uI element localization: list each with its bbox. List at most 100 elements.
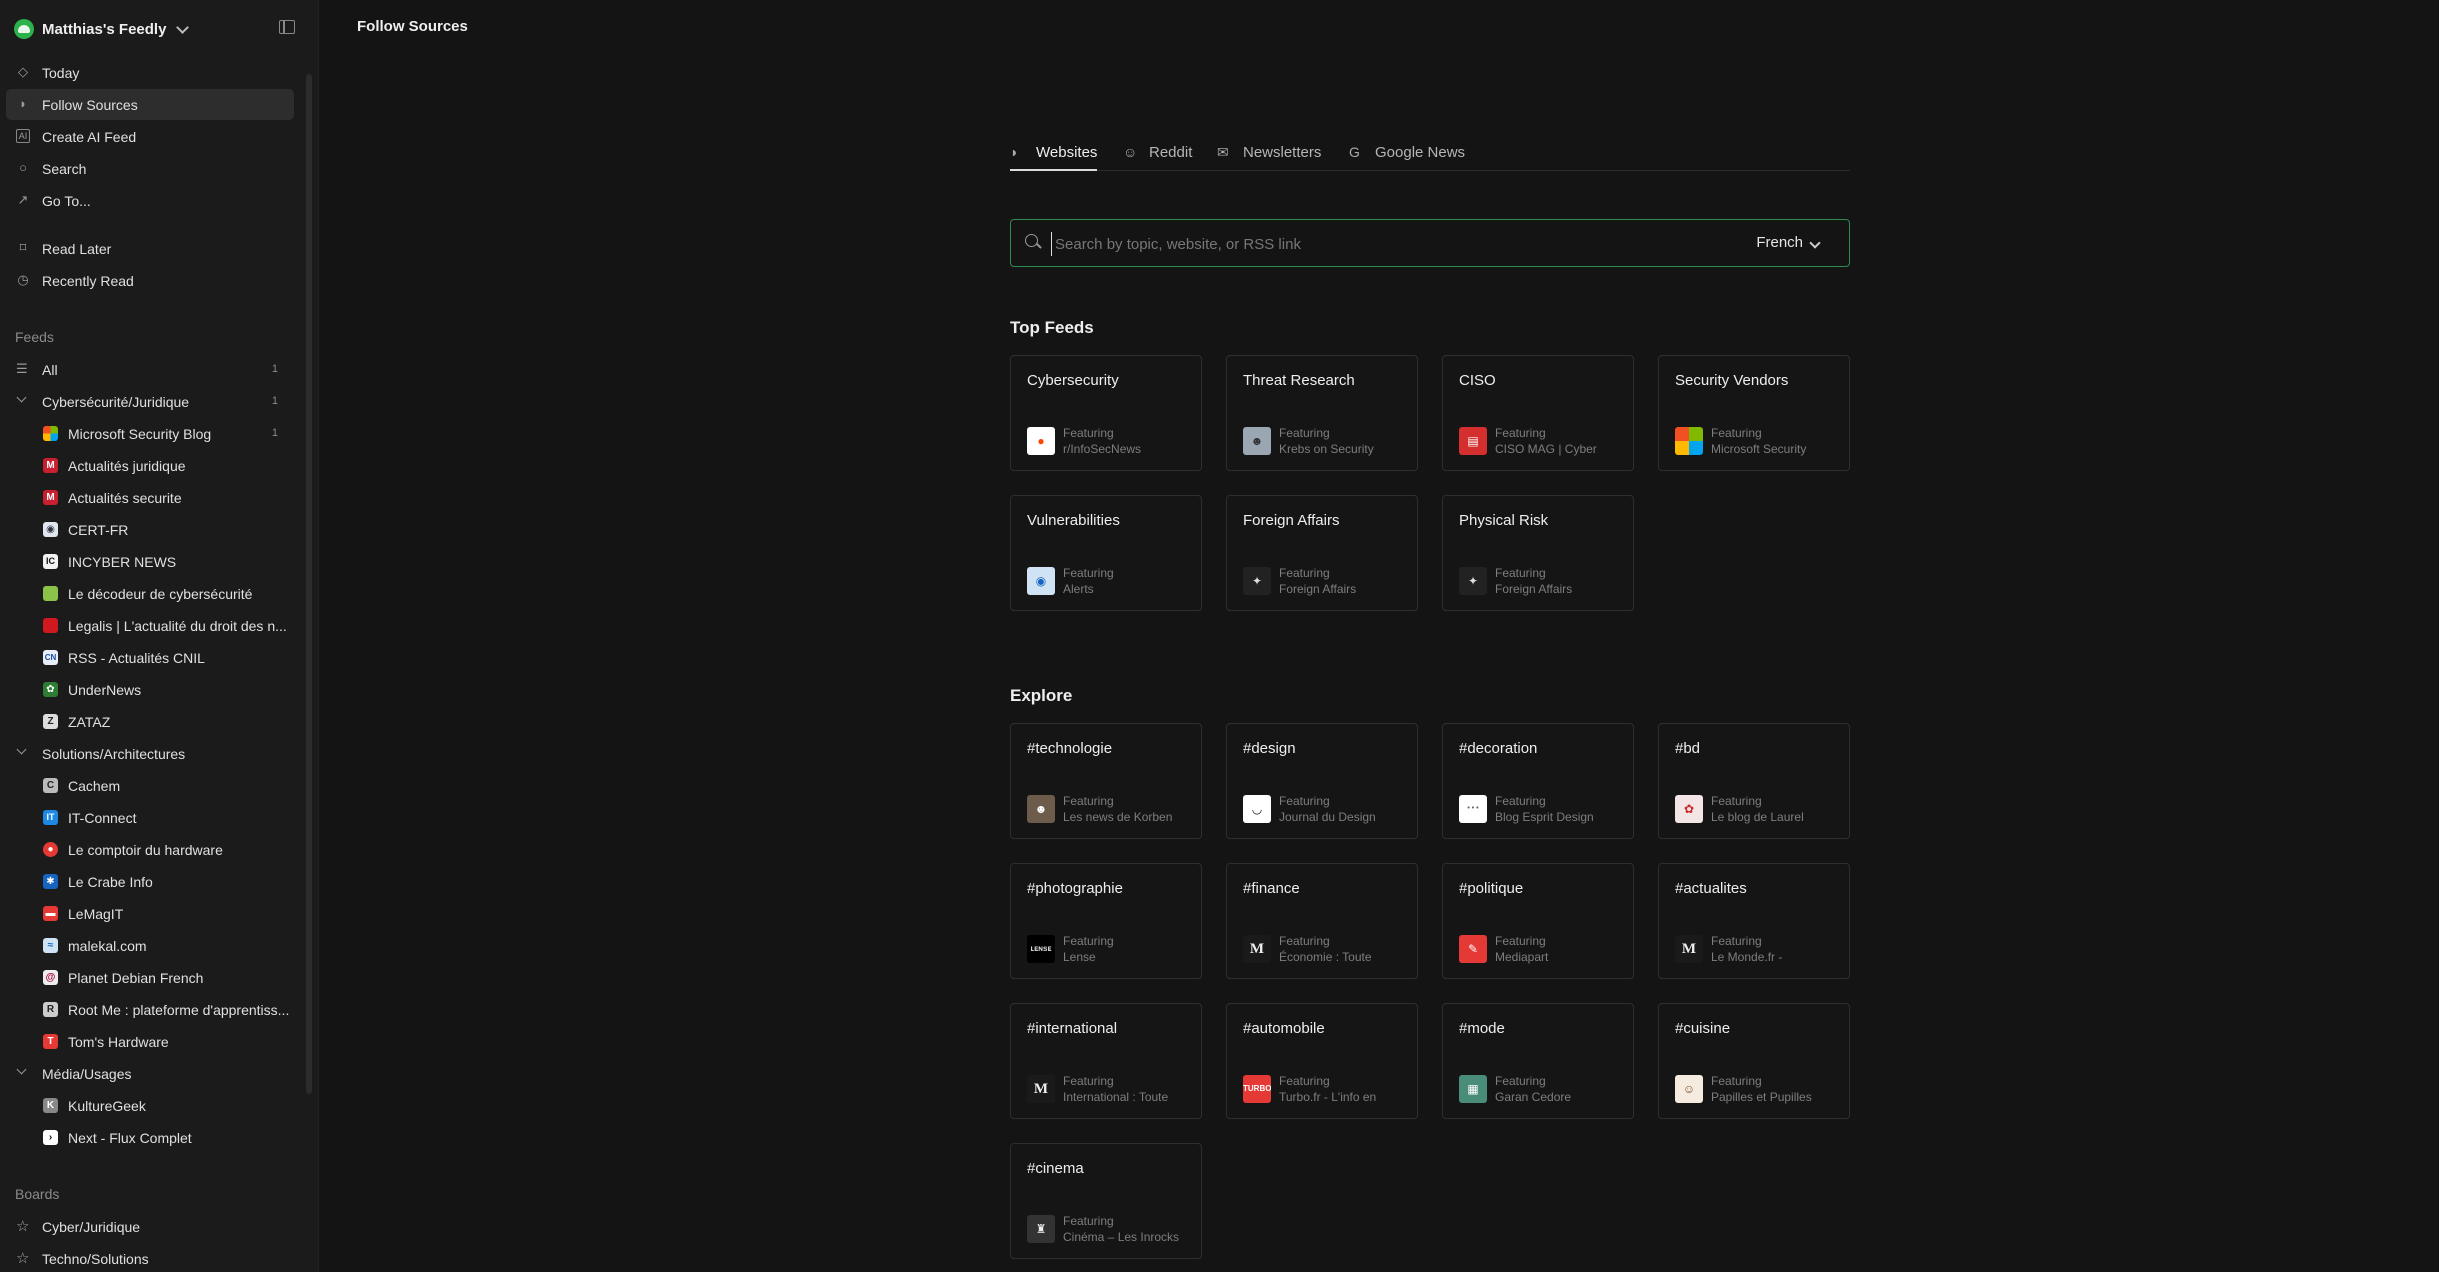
feed-item[interactable]: CN RSS - Actualités CNIL <box>6 642 294 672</box>
topic-card[interactable]: Threat Research ☻ Featuring Krebs on Sec… <box>1226 355 1418 471</box>
topic-card[interactable]: #design ◡ Featuring Journal du Design <box>1226 723 1418 839</box>
nav-go-to[interactable]: ↗ Go To... <box>6 185 294 216</box>
card-source: Foreign Affairs <box>1495 582 1573 596</box>
feed-item[interactable]: M Actualités securite <box>6 482 294 512</box>
feed-item[interactable]: Z ZATAZ <box>6 706 294 736</box>
card-source: Blog Esprit Design <box>1495 810 1594 824</box>
topic-card[interactable]: Cybersecurity ● Featuring r/InfoSecNews <box>1010 355 1202 471</box>
nav-read-later[interactable]: ⌑ Read Later <box>6 233 294 264</box>
google-icon: G <box>1349 144 1360 160</box>
topic-card[interactable]: #cinema ♜ Featuring Cinéma – Les Inrocks <box>1010 1143 1202 1259</box>
topic-card[interactable]: #mode ▦ Featuring Garan Cedore <box>1442 1003 1634 1119</box>
card-source: Le blog de Laurel <box>1711 810 1804 824</box>
feed-item[interactable]: ◉ CERT-FR <box>6 514 294 544</box>
nav-create-ai-feed[interactable]: AI Create AI Feed <box>6 121 294 152</box>
source-search-input[interactable] <box>1051 232 1697 256</box>
card-source: Garan Cedore <box>1495 1090 1572 1104</box>
feed-label: malekal.com <box>68 938 147 954</box>
top-feeds-heading: Top Feeds <box>1010 318 1094 337</box>
feed-item[interactable]: › Next - Flux Complet <box>6 1122 294 1152</box>
source-search-box: French <box>1010 219 1850 267</box>
topic-card[interactable]: Physical Risk ✦ Featuring Foreign Affair… <box>1442 495 1634 611</box>
tab-newsletters[interactable]: ✉ Newsletters <box>1217 144 1321 170</box>
feed-category-cyber-juridique[interactable]: Cybersécurité/Juridique 1 <box>6 386 294 416</box>
nav-today[interactable]: ◇ Today <box>6 57 294 88</box>
topic-card[interactable]: #politique ✎ Featuring Mediapart <box>1442 863 1634 979</box>
topic-card[interactable]: #decoration • • • Featuring Blog Esprit … <box>1442 723 1634 839</box>
workspace-switcher[interactable]: Matthias's Feedly <box>14 17 190 41</box>
tab-websites[interactable]: ◗ Websites <box>1010 144 1098 171</box>
journal-du-design-icon: ◡ <box>1243 795 1271 823</box>
card-featuring: Featuring <box>1063 934 1114 948</box>
card-source: Lense <box>1063 950 1096 964</box>
feed-item[interactable]: ✿ UnderNews <box>6 674 294 704</box>
topic-card[interactable]: #automobile TURBO Featuring Turbo.fr - L… <box>1226 1003 1418 1119</box>
feed-item[interactable]: M Actualités juridique <box>6 450 294 480</box>
feed-item[interactable]: @ Planet Debian French <box>6 962 294 992</box>
le-monde-logo-icon: M <box>1243 935 1271 963</box>
tab-reddit[interactable]: ☺ Reddit <box>1123 144 1192 170</box>
rss-icon: ◗ <box>19 96 27 111</box>
nav-follow-sources[interactable]: ◗ Follow Sources <box>6 89 294 120</box>
card-title: Vulnerabilities <box>1027 512 1120 529</box>
topic-card[interactable]: #finance M Featuring Économie : Toute <box>1226 863 1418 979</box>
nav-label: Today <box>42 65 80 81</box>
feed-label: Planet Debian French <box>68 970 204 986</box>
sidebar-scrollbar[interactable] <box>306 74 312 1094</box>
nav-recently-read[interactable]: ◷ Recently Read <box>6 265 294 296</box>
board-label: Techno/Solutions <box>42 1251 149 1267</box>
feed-item[interactable]: Le décodeur de cybersécurité <box>6 578 294 608</box>
feed-item[interactable]: ✱ Le Crabe Info <box>6 866 294 896</box>
feed-label: Tom's Hardware <box>68 1034 169 1050</box>
feed-item[interactable]: C Cachem <box>6 770 294 800</box>
feed-item[interactable]: K KultureGeek <box>6 1090 294 1120</box>
lemagit-favicon-icon: ▬ <box>43 906 58 921</box>
feed-category-media-usages[interactable]: Média/Usages <box>6 1058 294 1088</box>
card-featuring: Featuring <box>1711 426 1762 440</box>
search-icon <box>1025 234 1038 247</box>
topic-card[interactable]: #cuisine ☺ Featuring Papilles et Pupille… <box>1658 1003 1850 1119</box>
star-icon: ☆ <box>16 1250 30 1267</box>
topic-card[interactable]: Foreign Affairs ✦ Featuring Foreign Affa… <box>1226 495 1418 611</box>
nav-search[interactable]: ○ Search <box>6 153 294 184</box>
topic-card[interactable]: Security Vendors Featuring Microsoft Sec… <box>1658 355 1850 471</box>
feed-all[interactable]: ☰ All 1 <box>6 354 294 384</box>
collapse-sidebar-icon[interactable] <box>279 20 295 34</box>
feed-item[interactable]: T Tom's Hardware <box>6 1026 294 1056</box>
feed-label: Média/Usages <box>42 1066 132 1082</box>
reddit-icon: ● <box>1027 427 1055 455</box>
card-source: Turbo.fr - L'info en <box>1279 1090 1377 1104</box>
topic-card[interactable]: Vulnerabilities ◉ Featuring Alerts <box>1010 495 1202 611</box>
topic-card[interactable]: #international M Featuring International… <box>1010 1003 1202 1119</box>
board-item[interactable]: ☆ Cyber/Juridique <box>6 1211 294 1241</box>
bookmark-icon: ⌑ <box>19 240 27 255</box>
feed-category-solutions-architectures[interactable]: Solutions/Architectures <box>6 738 294 768</box>
tab-google-news[interactable]: G Google News <box>1349 144 1465 170</box>
feed-item[interactable]: Microsoft Security Blog 1 <box>6 418 294 448</box>
feed-item[interactable]: ≈ malekal.com <box>6 930 294 960</box>
feed-item[interactable]: ● Le comptoir du hardware <box>6 834 294 864</box>
card-source: Papilles et Pupilles <box>1711 1090 1812 1104</box>
feed-item[interactable]: ▬ LeMagIT <box>6 898 294 928</box>
nav-label: Recently Read <box>42 273 134 289</box>
feed-item[interactable]: R Root Me : plateforme d'apprentiss... <box>6 994 294 1024</box>
feed-item[interactable]: IC INCYBER NEWS <box>6 546 294 576</box>
tab-label: Reddit <box>1149 144 1193 161</box>
feed-item[interactable]: IT IT-Connect <box>6 802 294 832</box>
feed-item[interactable]: Legalis | L'actualité du droit des n... <box>6 610 294 640</box>
legalis-favicon-icon <box>43 618 58 633</box>
papilles-avatar-icon: ☺ <box>1675 1075 1703 1103</box>
language-select[interactable]: French <box>1756 234 1821 251</box>
board-item[interactable]: ☆ Techno/Solutions <box>6 1243 294 1272</box>
card-featuring: Featuring <box>1063 1074 1114 1088</box>
topic-card[interactable]: #bd ✿ Featuring Le blog de Laurel <box>1658 723 1850 839</box>
topic-card[interactable]: #technologie ☻ Featuring Les news de Kor… <box>1010 723 1202 839</box>
topic-card[interactable]: #actualites M Featuring Le Monde.fr - <box>1658 863 1850 979</box>
topic-card[interactable]: CISO ▤ Featuring CISO MAG | Cyber <box>1442 355 1634 471</box>
malekal-favicon-icon: ≈ <box>43 938 58 953</box>
topic-card[interactable]: #photographie ʟᴇɴsᴇ Featuring Lense <box>1010 863 1202 979</box>
reddit-icon: ☺ <box>1123 144 1138 160</box>
card-title: #bd <box>1675 740 1701 757</box>
card-source: Foreign Affairs <box>1279 582 1357 596</box>
feed-label: UnderNews <box>68 682 142 698</box>
